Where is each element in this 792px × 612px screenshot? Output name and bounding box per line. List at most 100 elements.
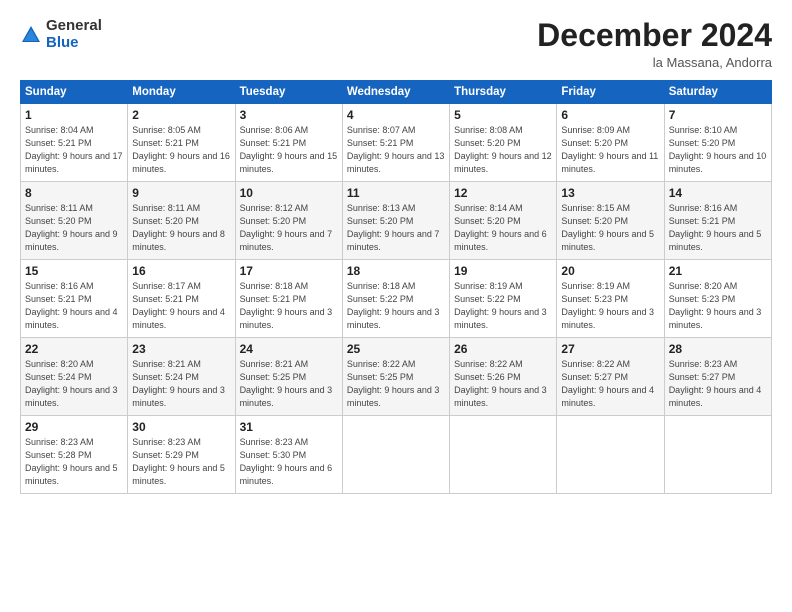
- logo: General Blue: [20, 18, 102, 51]
- day-number: 19: [454, 264, 552, 278]
- day-number: 9: [132, 186, 230, 200]
- table-row: 10 Sunrise: 8:12 AMSunset: 5:20 PMDayligh…: [235, 182, 342, 260]
- day-number: 30: [132, 420, 230, 434]
- day-number: 16: [132, 264, 230, 278]
- table-row: 31 Sunrise: 8:23 AMSunset: 5:30 PMDayligh…: [235, 416, 342, 494]
- day-number: 23: [132, 342, 230, 356]
- col-sunday: Sunday: [21, 81, 128, 104]
- day-number: 21: [669, 264, 767, 278]
- day-info: Sunrise: 8:18 AMSunset: 5:22 PMDaylight:…: [347, 281, 440, 330]
- calendar-row: 15Sunrise: 8:16 AMSunset: 5:21 PMDayligh…: [21, 260, 772, 338]
- page: General Blue December 2024 la Massana, A…: [0, 0, 792, 612]
- col-saturday: Saturday: [664, 81, 771, 104]
- day-number: 5: [454, 108, 552, 122]
- table-row: 15Sunrise: 8:16 AMSunset: 5:21 PMDayligh…: [21, 260, 128, 338]
- day-number: 13: [561, 186, 659, 200]
- logo-icon: [20, 24, 42, 46]
- calendar-row: 1Sunrise: 8:04 AMSunset: 5:21 PMDaylight…: [21, 104, 772, 182]
- day-info: Sunrise: 8:19 AMSunset: 5:23 PMDaylight:…: [561, 281, 654, 330]
- day-number: 22: [25, 342, 123, 356]
- day-number: 28: [669, 342, 767, 356]
- table-row: [342, 416, 449, 494]
- table-row: 6 Sunrise: 8:09 AMSunset: 5:20 PMDaylight…: [557, 104, 664, 182]
- day-number: 6: [561, 108, 659, 122]
- day-info: Sunrise: 8:06 AMSunset: 5:21 PMDaylight:…: [240, 125, 338, 174]
- table-row: 8 Sunrise: 8:11 AMSunset: 5:20 PMDaylight…: [21, 182, 128, 260]
- calendar-body: 1Sunrise: 8:04 AMSunset: 5:21 PMDaylight…: [21, 104, 772, 494]
- day-info: Sunrise: 8:14 AMSunset: 5:20 PMDaylight:…: [454, 203, 547, 252]
- day-number: 8: [25, 186, 123, 200]
- day-number: 3: [240, 108, 338, 122]
- table-row: 24Sunrise: 8:21 AMSunset: 5:25 PMDayligh…: [235, 338, 342, 416]
- day-info: Sunrise: 8:08 AMSunset: 5:20 PMDaylight:…: [454, 125, 552, 174]
- table-row: 21Sunrise: 8:20 AMSunset: 5:23 PMDayligh…: [664, 260, 771, 338]
- day-info: Sunrise: 8:19 AMSunset: 5:22 PMDaylight:…: [454, 281, 547, 330]
- col-thursday: Thursday: [450, 81, 557, 104]
- header-row: Sunday Monday Tuesday Wednesday Thursday…: [21, 81, 772, 104]
- day-info: Sunrise: 8:23 AMSunset: 5:27 PMDaylight:…: [669, 359, 762, 408]
- day-number: 20: [561, 264, 659, 278]
- table-row: 3 Sunrise: 8:06 AMSunset: 5:21 PMDaylight…: [235, 104, 342, 182]
- calendar-table: Sunday Monday Tuesday Wednesday Thursday…: [20, 80, 772, 494]
- calendar-header: Sunday Monday Tuesday Wednesday Thursday…: [21, 81, 772, 104]
- day-info: Sunrise: 8:04 AMSunset: 5:21 PMDaylight:…: [25, 125, 123, 174]
- title-block: December 2024 la Massana, Andorra: [537, 18, 772, 70]
- table-row: 1Sunrise: 8:04 AMSunset: 5:21 PMDaylight…: [21, 104, 128, 182]
- day-info: Sunrise: 8:16 AMSunset: 5:21 PMDaylight:…: [669, 203, 762, 252]
- logo-blue: Blue: [46, 35, 102, 52]
- table-row: [664, 416, 771, 494]
- table-row: 30 Sunrise: 8:23 AMSunset: 5:29 PMDayligh…: [128, 416, 235, 494]
- logo-general: General: [46, 18, 102, 35]
- table-row: 29Sunrise: 8:23 AMSunset: 5:28 PMDayligh…: [21, 416, 128, 494]
- table-row: 7 Sunrise: 8:10 AMSunset: 5:20 PMDaylight…: [664, 104, 771, 182]
- table-row: 2 Sunrise: 8:05 AMSunset: 5:21 PMDaylight…: [128, 104, 235, 182]
- day-info: Sunrise: 8:21 AMSunset: 5:25 PMDaylight:…: [240, 359, 333, 408]
- day-info: Sunrise: 8:15 AMSunset: 5:20 PMDaylight:…: [561, 203, 654, 252]
- day-number: 15: [25, 264, 123, 278]
- table-row: 4 Sunrise: 8:07 AMSunset: 5:21 PMDaylight…: [342, 104, 449, 182]
- day-number: 10: [240, 186, 338, 200]
- day-info: Sunrise: 8:20 AMSunset: 5:24 PMDaylight:…: [25, 359, 118, 408]
- day-info: Sunrise: 8:18 AMSunset: 5:21 PMDaylight:…: [240, 281, 333, 330]
- table-row: 9 Sunrise: 8:11 AMSunset: 5:20 PMDaylight…: [128, 182, 235, 260]
- day-info: Sunrise: 8:12 AMSunset: 5:20 PMDaylight:…: [240, 203, 333, 252]
- table-row: 13 Sunrise: 8:15 AMSunset: 5:20 PMDayligh…: [557, 182, 664, 260]
- table-row: 19 Sunrise: 8:19 AMSunset: 5:22 PMDayligh…: [450, 260, 557, 338]
- table-row: [557, 416, 664, 494]
- day-number: 17: [240, 264, 338, 278]
- day-info: Sunrise: 8:09 AMSunset: 5:20 PMDaylight:…: [561, 125, 658, 174]
- table-row: 11 Sunrise: 8:13 AMSunset: 5:20 PMDayligh…: [342, 182, 449, 260]
- day-number: 31: [240, 420, 338, 434]
- day-info: Sunrise: 8:23 AMSunset: 5:29 PMDaylight:…: [132, 437, 225, 486]
- table-row: [450, 416, 557, 494]
- day-info: Sunrise: 8:11 AMSunset: 5:20 PMDaylight:…: [25, 203, 118, 252]
- day-info: Sunrise: 8:05 AMSunset: 5:21 PMDaylight:…: [132, 125, 230, 174]
- day-number: 7: [669, 108, 767, 122]
- location: la Massana, Andorra: [537, 55, 772, 70]
- day-info: Sunrise: 8:17 AMSunset: 5:21 PMDaylight:…: [132, 281, 225, 330]
- table-row: 23Sunrise: 8:21 AMSunset: 5:24 PMDayligh…: [128, 338, 235, 416]
- col-wednesday: Wednesday: [342, 81, 449, 104]
- table-row: 5 Sunrise: 8:08 AMSunset: 5:20 PMDaylight…: [450, 104, 557, 182]
- month-title: December 2024: [537, 18, 772, 53]
- day-info: Sunrise: 8:13 AMSunset: 5:20 PMDaylight:…: [347, 203, 440, 252]
- day-info: Sunrise: 8:07 AMSunset: 5:21 PMDaylight:…: [347, 125, 445, 174]
- day-info: Sunrise: 8:23 AMSunset: 5:30 PMDaylight:…: [240, 437, 333, 486]
- day-info: Sunrise: 8:11 AMSunset: 5:20 PMDaylight:…: [132, 203, 225, 252]
- day-info: Sunrise: 8:22 AMSunset: 5:25 PMDaylight:…: [347, 359, 440, 408]
- table-row: 20 Sunrise: 8:19 AMSunset: 5:23 PMDayligh…: [557, 260, 664, 338]
- table-row: 27Sunrise: 8:22 AMSunset: 5:27 PMDayligh…: [557, 338, 664, 416]
- header: General Blue December 2024 la Massana, A…: [20, 18, 772, 70]
- col-tuesday: Tuesday: [235, 81, 342, 104]
- table-row: 16 Sunrise: 8:17 AMSunset: 5:21 PMDayligh…: [128, 260, 235, 338]
- table-row: 18Sunrise: 8:18 AMSunset: 5:22 PMDayligh…: [342, 260, 449, 338]
- table-row: 22 Sunrise: 8:20 AMSunset: 5:24 PMDayligh…: [21, 338, 128, 416]
- day-number: 2: [132, 108, 230, 122]
- day-info: Sunrise: 8:10 AMSunset: 5:20 PMDaylight:…: [669, 125, 767, 174]
- day-number: 4: [347, 108, 445, 122]
- day-number: 11: [347, 186, 445, 200]
- day-number: 29: [25, 420, 123, 434]
- calendar-row: 22 Sunrise: 8:20 AMSunset: 5:24 PMDayligh…: [21, 338, 772, 416]
- calendar-row: 29Sunrise: 8:23 AMSunset: 5:28 PMDayligh…: [21, 416, 772, 494]
- day-number: 26: [454, 342, 552, 356]
